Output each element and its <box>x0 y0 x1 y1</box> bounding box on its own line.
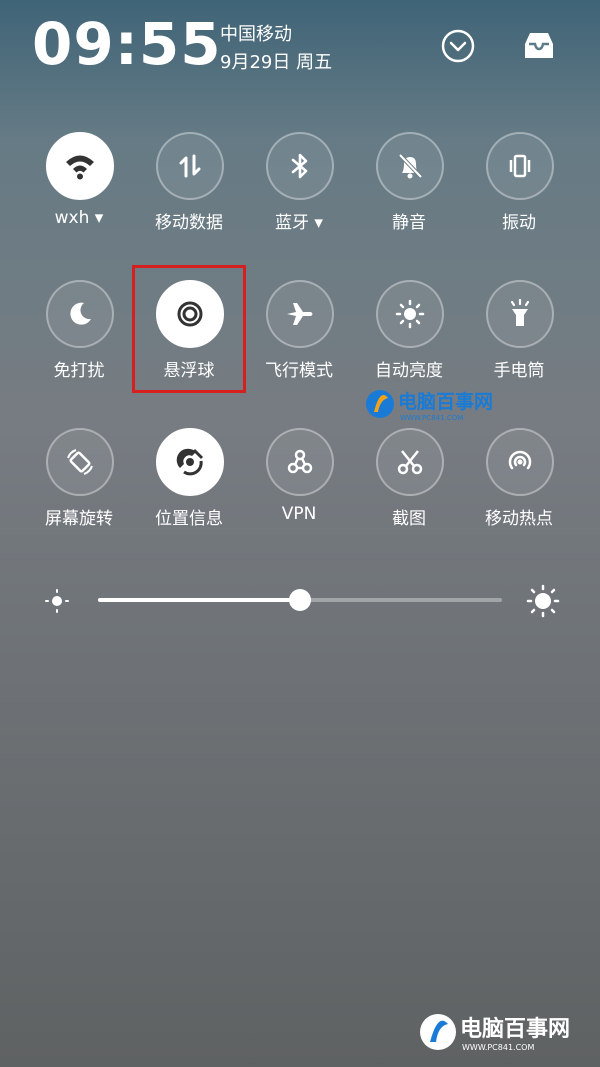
mobile-data-icon <box>156 132 224 200</box>
highlight-box <box>132 265 246 393</box>
tile-label: 屏幕旋转 <box>45 509 113 529</box>
date: 9月29日 周五 <box>220 52 333 73</box>
tile-screenshot[interactable]: 截图 <box>354 428 464 548</box>
tile-label: 免打扰 <box>53 361 105 381</box>
moon-icon <box>46 280 114 348</box>
tile-mute[interactable]: 静音 <box>354 132 464 252</box>
tile-label: 位置信息 <box>155 509 223 529</box>
chevron-down-icon[interactable] <box>440 28 476 64</box>
flashlight-icon <box>486 280 554 348</box>
tile-airplane-mode[interactable]: 飞行模式 <box>244 280 354 400</box>
watermark-logo: 电脑百事网 WWW.PC841.COM <box>366 390 493 422</box>
brightness-thumb[interactable] <box>289 589 311 611</box>
clock: 09:55 <box>32 10 222 78</box>
bluetooth-icon <box>266 132 334 200</box>
tile-hotspot[interactable]: 移动热点 <box>464 428 574 548</box>
brightness-high-icon <box>526 584 560 618</box>
brightness-low-icon <box>45 589 69 613</box>
wifi-icon <box>46 132 114 200</box>
tile-label: 自动亮度 <box>375 361 443 381</box>
carrier-name: 中国移动 <box>220 24 292 45</box>
tile-label: 蓝牙 ▾ <box>275 213 323 233</box>
tile-vibrate[interactable]: 振动 <box>464 132 574 252</box>
vibrate-icon <box>486 132 554 200</box>
brightness-fill <box>98 598 300 602</box>
tile-label: 移动数据 <box>155 213 223 233</box>
tile-label: wxh ▾ <box>54 208 104 228</box>
tile-label: 截图 <box>392 509 426 529</box>
location-icon <box>156 428 224 496</box>
hotspot-icon <box>486 428 554 496</box>
tile-mobile-data[interactable]: 移动数据 <box>134 132 244 252</box>
tile-label: 移动热点 <box>485 509 553 529</box>
tile-bluetooth[interactable]: 蓝牙 ▾ <box>244 132 354 252</box>
watermark-name-bottom: 电脑百事网 <box>460 1016 570 1042</box>
auto-brightness-icon <box>376 280 444 348</box>
watermark-name: 电脑百事网 <box>398 390 493 413</box>
status-bar: 09:55 中国移动 9月29日 周五 <box>0 0 600 90</box>
tile-vpn[interactable]: VPN <box>244 428 354 548</box>
tile-label: 振动 <box>502 213 536 233</box>
watermark-url: WWW.PC841.COM <box>400 414 463 422</box>
tile-auto-brightness[interactable]: 自动亮度 <box>354 280 464 400</box>
mute-icon <box>376 132 444 200</box>
tile-flashlight[interactable]: 手电筒 <box>464 280 574 400</box>
watermark-logo-bottom: 电脑百事网 WWW.PC841.COM <box>420 1014 570 1052</box>
tile-wifi[interactable]: wxh ▾ <box>24 132 134 252</box>
watermark-url-bottom: WWW.PC841.COM <box>462 1043 534 1052</box>
brightness-slider[interactable] <box>38 580 568 620</box>
tile-label: 飞行模式 <box>265 361 333 381</box>
notification-tray-icon[interactable] <box>521 28 557 64</box>
rotate-screen-icon <box>46 428 114 496</box>
tile-screen-rotation[interactable]: 屏幕旋转 <box>24 428 134 548</box>
tile-do-not-disturb[interactable]: 免打扰 <box>24 280 134 400</box>
screenshot-icon <box>376 428 444 496</box>
tile-label: VPN <box>281 504 317 524</box>
airplane-icon <box>266 280 334 348</box>
tile-label: 静音 <box>392 213 426 233</box>
tile-location[interactable]: 位置信息 <box>134 428 244 548</box>
brightness-track[interactable] <box>98 589 502 611</box>
vpn-icon <box>266 428 334 496</box>
tile-label: 手电筒 <box>493 361 545 381</box>
